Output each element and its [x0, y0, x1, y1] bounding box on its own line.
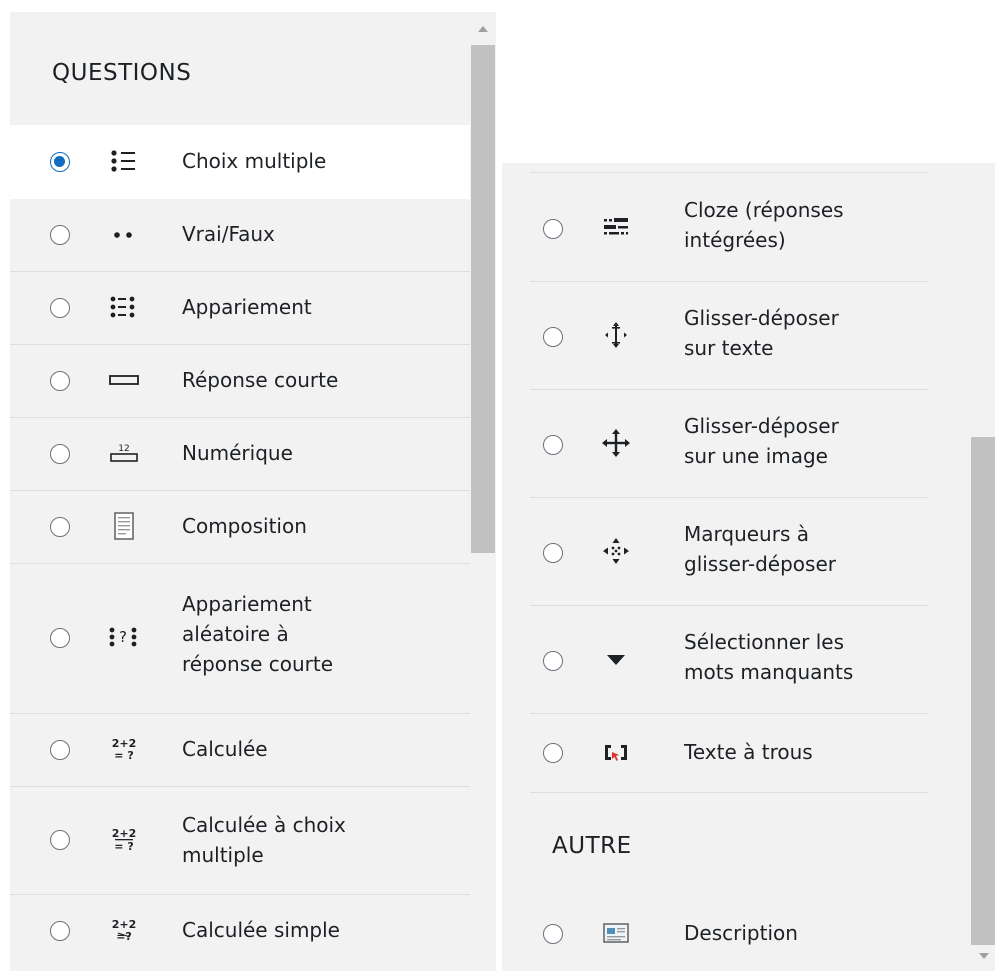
qtype-radio-cloze[interactable] — [543, 219, 563, 239]
qtype-radio-description[interactable] — [543, 924, 563, 944]
qtype-label-line1: Glisser-déposer — [684, 306, 839, 330]
qtype-label: Texte à trous — [684, 740, 813, 764]
left-scroll-up-arrow[interactable] — [478, 26, 488, 32]
ddwtos-icon — [600, 319, 632, 351]
gapfill-icon — [600, 736, 632, 768]
numerical-icon: 12 — [108, 437, 140, 469]
qtype-row-multichoice[interactable]: Choix multiple — [10, 125, 470, 199]
qtype-row-gapselect[interactable]: Sélectionner les mots manquants — [530, 605, 928, 714]
qtype-radio-calculatedmulti[interactable] — [50, 830, 70, 850]
qtype-radio-shortanswer[interactable] — [50, 371, 70, 391]
qtype-label: Composition — [182, 514, 307, 538]
qtype-radio-gapselect[interactable] — [543, 651, 563, 671]
qtype-label-line2: multiple — [182, 843, 264, 867]
qtype-row-numerical[interactable]: 12 Numérique — [10, 417, 470, 491]
right-scrollbar-thumb[interactable] — [971, 437, 995, 945]
qtype-label: Description — [684, 921, 798, 945]
qtype-row-truefalse[interactable]: Vrai/Faux — [10, 198, 470, 272]
qtype-label-line2: aléatoire à — [182, 622, 289, 646]
qtype-label-line1: Sélectionner les — [684, 630, 845, 654]
qtype-label: Vrai/Faux — [182, 222, 275, 246]
qtype-label-line1: Calculée à choix — [182, 813, 346, 837]
qtype-label-line1: Appariement — [182, 592, 312, 616]
question-type-list-left: QUESTIONS Choix multiple Vrai/Faux Appar… — [10, 12, 496, 971]
match-icon — [108, 291, 140, 323]
qtype-radio-ddmarker[interactable] — [543, 543, 563, 563]
qtype-label-line1: Cloze (réponses — [684, 198, 844, 222]
shortanswer-icon — [108, 364, 140, 396]
svg-text:2+2: 2+2 — [112, 827, 137, 840]
qtype-radio-multichoice[interactable] — [50, 152, 70, 172]
multichoice-icon — [108, 145, 140, 177]
qtype-label: Appariement — [182, 295, 312, 319]
qtype-radio-match[interactable] — [50, 298, 70, 318]
qtype-label-line2: sur une image — [684, 444, 828, 468]
qtype-label: Calculée — [182, 737, 268, 761]
qtype-row-match[interactable]: Appariement — [10, 271, 470, 345]
essay-icon — [108, 510, 140, 542]
qtype-row-ddwtos[interactable]: Glisser-déposer sur texte — [530, 281, 928, 390]
svg-text:?: ? — [119, 628, 127, 646]
qtype-label-line3: réponse courte — [182, 652, 334, 676]
section-title-autre: AUTRE — [552, 833, 632, 859]
qtype-row-randomsamatch[interactable]: ? Appariement aléatoire à réponse courte — [10, 563, 470, 714]
qtype-row-ddimageortext[interactable]: Glisser-déposer sur une image — [530, 389, 928, 498]
qtype-label-line2: mots manquants — [684, 660, 854, 684]
qtype-row-shortanswer[interactable]: Réponse courte — [10, 344, 470, 418]
qtype-row-essay[interactable]: Composition — [10, 490, 470, 564]
qtype-radio-calculatedsimple[interactable] — [50, 921, 70, 941]
qtype-label: Choix multiple — [182, 149, 327, 173]
qtype-radio-ddimageortext[interactable] — [543, 435, 563, 455]
left-scrollbar-thumb[interactable] — [471, 45, 495, 553]
qtype-row-calculatedsimple[interactable]: 2+2 =? Calculée simple — [10, 894, 470, 967]
gapselect-icon — [600, 643, 632, 675]
qtype-radio-numerical[interactable] — [50, 444, 70, 464]
qtype-row-gapfill[interactable]: Texte à trous — [530, 713, 928, 793]
qtype-radio-gapfill[interactable] — [543, 743, 563, 763]
svg-text:= ?: = ? — [114, 840, 133, 853]
qtype-label-line2: sur texte — [684, 336, 774, 360]
description-icon — [600, 917, 632, 949]
right-scroll-down-arrow[interactable] — [979, 953, 989, 959]
qtype-radio-randomsamatch[interactable] — [50, 628, 70, 648]
calculatedmulti-icon: 2+2 = ? — [108, 823, 140, 855]
calculated-icon: 2+2 = ? — [108, 733, 140, 765]
qtype-row-description[interactable]: Description — [530, 897, 928, 970]
qtype-row-calculatedmulti[interactable]: 2+2 = ? Calculée à choix multiple — [10, 786, 470, 895]
qtype-label: Numérique — [182, 441, 293, 465]
qtype-row-calculated[interactable]: 2+2 = ? Calculée — [10, 713, 470, 787]
qtype-row-ddmarker[interactable]: Marqueurs à glisser-déposer — [530, 497, 928, 606]
qtype-label: Calculée simple — [182, 918, 340, 942]
randomsamatch-icon: ? — [108, 621, 140, 653]
section-title-questions: QUESTIONS — [52, 60, 192, 86]
ddimageortext-icon — [600, 427, 632, 459]
qtype-label-line2: glisser-déposer — [684, 552, 836, 576]
ddmarker-icon — [600, 535, 632, 567]
calculatedsimple-icon: 2+2 =? — [108, 914, 140, 946]
question-type-list-right: Cloze (réponses intégrées) Glisser-dépos… — [502, 163, 995, 971]
svg-text:12: 12 — [118, 444, 129, 454]
svg-text:= ?: = ? — [114, 749, 133, 762]
qtype-radio-essay[interactable] — [50, 517, 70, 537]
qtype-radio-ddwtos[interactable] — [543, 327, 563, 347]
qtype-label: Réponse courte — [182, 368, 339, 392]
qtype-radio-calculated[interactable] — [50, 740, 70, 760]
qtype-radio-truefalse[interactable] — [50, 225, 70, 245]
qtype-row-cloze[interactable]: Cloze (réponses intégrées) — [530, 173, 928, 282]
cloze-icon — [600, 211, 632, 243]
qtype-label-line1: Glisser-déposer — [684, 414, 839, 438]
qtype-label-line1: Marqueurs à — [684, 522, 809, 546]
truefalse-icon — [108, 218, 140, 250]
qtype-label-line2: intégrées) — [684, 228, 786, 252]
